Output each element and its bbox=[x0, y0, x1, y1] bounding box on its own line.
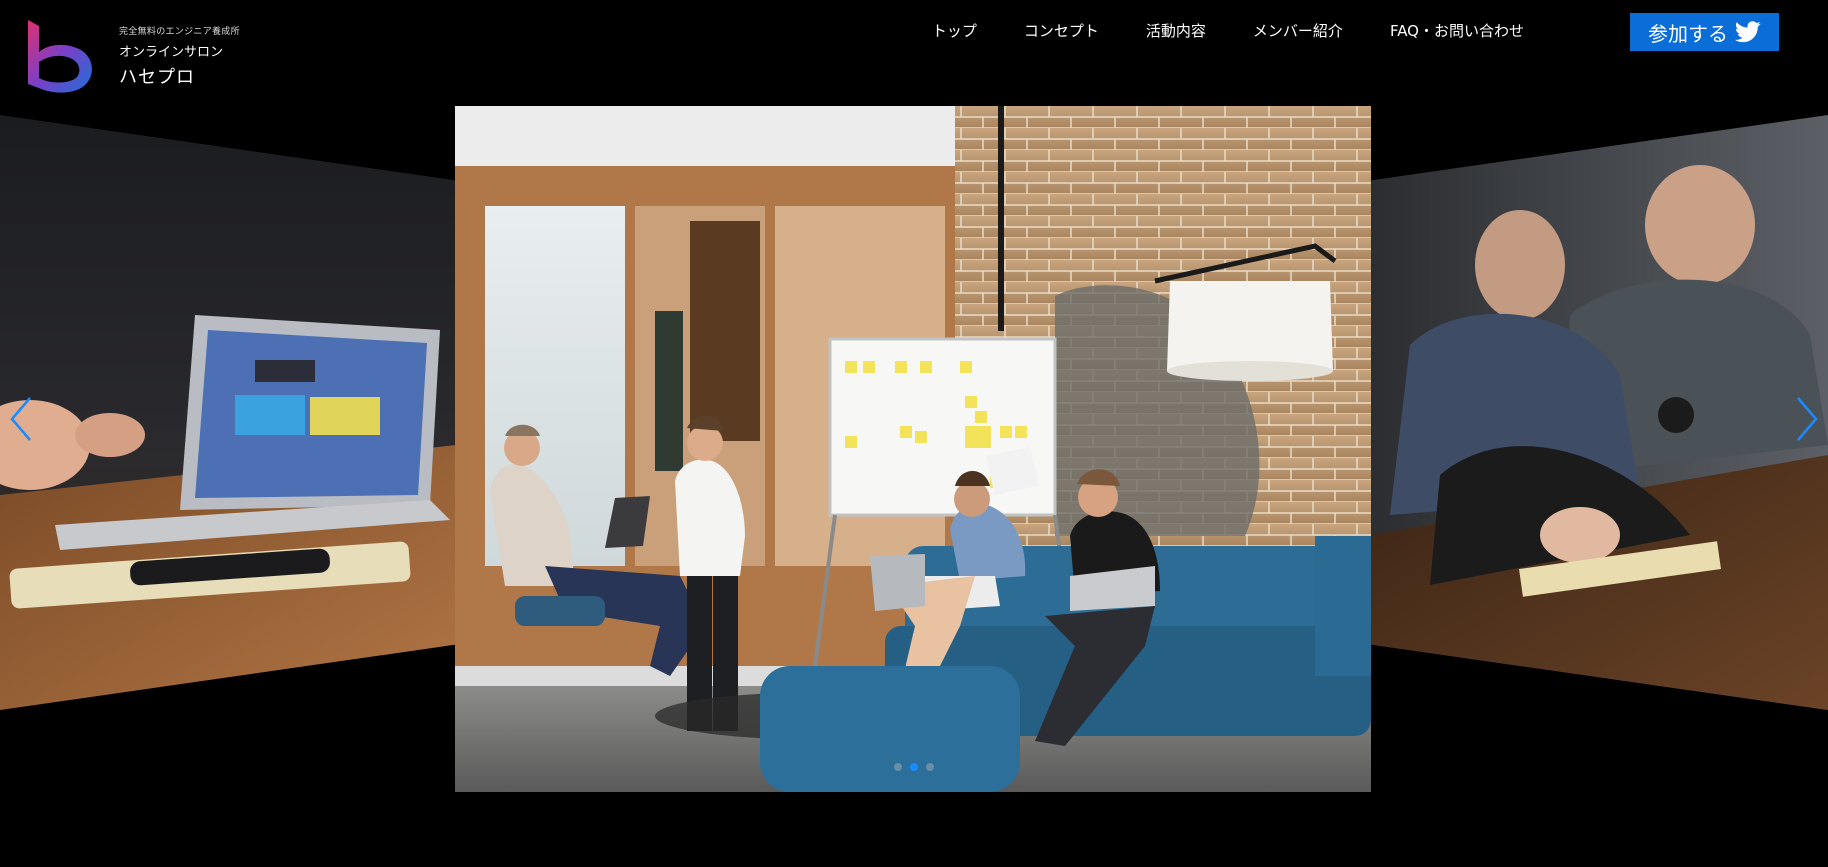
carousel-slide-active[interactable] bbox=[455, 106, 1371, 792]
carousel-slide-previous[interactable] bbox=[0, 115, 456, 710]
slide-photo-laptop bbox=[0, 115, 456, 710]
site-name: ハセプロ bbox=[119, 67, 195, 88]
chevron-left-icon[interactable] bbox=[8, 394, 34, 444]
carousel-slide-next[interactable] bbox=[1370, 115, 1828, 710]
logo-tagline: 完全無料のエンジニア養成所 bbox=[119, 27, 240, 37]
nav-item-activities[interactable]: 活動内容 bbox=[1146, 21, 1206, 41]
pagination-dot-3[interactable] bbox=[926, 763, 934, 771]
logo-subtitle: オンラインサロン bbox=[119, 45, 224, 60]
main-nav: トップ コンセプト 活動内容 メンバー紹介 FAQ・お問い合わせ bbox=[885, 21, 1524, 41]
nav-item-concept[interactable]: コンセプト bbox=[1024, 21, 1099, 41]
slide-photo-team-whiteboard bbox=[455, 106, 1371, 792]
join-button-label: 参加する bbox=[1648, 21, 1728, 46]
nav-item-members[interactable]: メンバー紹介 bbox=[1253, 21, 1343, 41]
nav-item-faq-contact[interactable]: FAQ・お問い合わせ bbox=[1390, 21, 1524, 41]
pagination-dot-2[interactable] bbox=[910, 763, 918, 771]
join-button[interactable]: 参加する bbox=[1630, 13, 1779, 51]
chevron-right-icon[interactable] bbox=[1794, 394, 1820, 444]
twitter-bird-icon bbox=[1735, 21, 1761, 43]
carousel-pagination bbox=[890, 763, 938, 771]
site-logo[interactable]: 完全無料のエンジニア養成所 オンラインサロン ハセプロ bbox=[26, 18, 240, 94]
pagination-dot-1[interactable] bbox=[894, 763, 902, 771]
h-logo-icon bbox=[28, 20, 92, 93]
nav-item-top[interactable]: トップ bbox=[932, 21, 977, 41]
slide-photo-meeting bbox=[1370, 115, 1828, 710]
page: 完全無料のエンジニア養成所 オンラインサロン ハセプロ トップ コンセプト 活動… bbox=[0, 0, 1828, 867]
